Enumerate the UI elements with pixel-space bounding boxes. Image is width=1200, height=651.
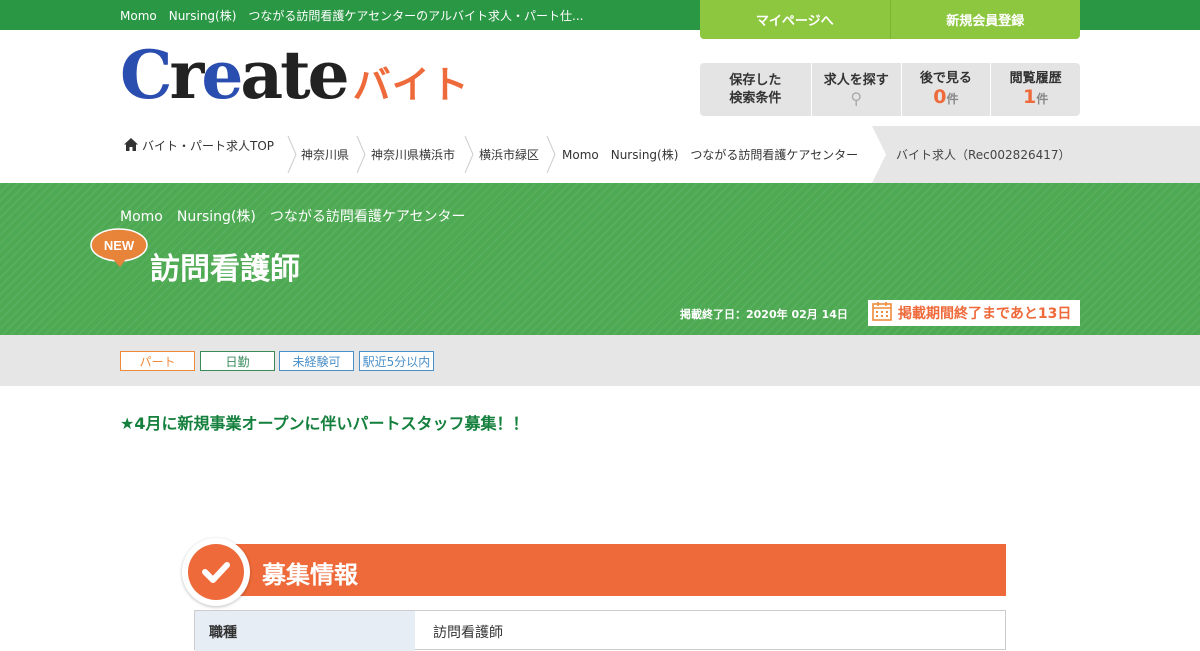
find-jobs-button[interactable]: 求人を探す ⚲ xyxy=(810,63,901,116)
breadcrumb: バイト・パート求人TOP 神奈川県 神奈川県横浜市 横浜市緑区 Momo Nur… xyxy=(0,126,1200,183)
saved-search-button[interactable]: 保存した 検索条件 xyxy=(700,63,811,116)
search-icon: ⚲ xyxy=(850,88,863,108)
posting-end-date: 掲載終了日：2020年 02月 14日 xyxy=(680,308,848,321)
history-count: 1 xyxy=(1023,86,1037,108)
breadcrumb-item[interactable]: 横浜市緑区 xyxy=(479,126,539,183)
home-icon xyxy=(124,138,138,156)
table-row-header: 職種 xyxy=(195,611,415,651)
tag-part-time: パート xyxy=(120,351,195,371)
breadcrumb-current: バイト求人（Rec002826417） xyxy=(896,148,1071,162)
section-title: 募集情報 xyxy=(262,561,358,589)
breadcrumb-item[interactable]: 神奈川県横浜市 xyxy=(371,126,455,183)
new-badge: NEW xyxy=(90,227,150,273)
job-info-table: 職種 訪問看護師 xyxy=(194,610,1006,651)
breadcrumb-item[interactable]: Momo Nursing(株) つながる訪問看護ケアセンター xyxy=(562,126,868,183)
calendar-icon xyxy=(872,301,892,325)
tag-day-shift: 日勤 xyxy=(200,351,275,371)
history-button[interactable]: 閲覧履歴 1件 xyxy=(990,63,1080,116)
svg-text:NEW: NEW xyxy=(104,238,135,253)
breadcrumb-home[interactable]: バイト・パート求人TOP xyxy=(124,126,284,183)
breadcrumb-item[interactable]: 神奈川県 xyxy=(301,126,349,183)
catch-copy: ★4月に新規事業オープンに伴いパートスタッフ募集！！ xyxy=(120,414,529,433)
register-button[interactable]: 新規会員登録 xyxy=(889,0,1081,39)
section-icon-circle xyxy=(182,538,250,606)
user-utility-box: 保存した 検索条件 求人を探す ⚲ 後で見る 0件 閲覧履歴 1件 xyxy=(700,63,1080,116)
top-button-group: マイページへ 新規会員登録 xyxy=(700,0,1080,39)
breadcrumb-separator xyxy=(546,136,556,173)
logo-wordmark: Create xyxy=(120,36,350,114)
watch-later-button[interactable]: 後で見る 0件 xyxy=(900,63,991,116)
breadcrumb-separator xyxy=(287,136,297,173)
mypage-button[interactable]: マイページへ xyxy=(700,0,890,39)
breadcrumb-separator xyxy=(464,136,474,173)
tag-near-station: 駅近5分以内 xyxy=(359,351,434,371)
breadcrumb-separator xyxy=(356,136,366,173)
company-name[interactable]: Momo Nursing(株) つながる訪問看護ケアセンター xyxy=(120,206,466,226)
topbar-page-title: Momo Nursing(株) つながる訪問看護ケアセンターのアルバイト求人・パ… xyxy=(120,9,584,23)
tag-no-experience: 未経験可 xyxy=(279,351,354,371)
check-icon xyxy=(202,562,230,583)
logo-baito: バイト xyxy=(352,63,470,107)
site-logo[interactable]: Create バイト xyxy=(120,36,470,114)
remaining-period-badge: 掲載期間終了まであと13日 xyxy=(868,300,1080,326)
watch-later-count: 0 xyxy=(933,86,947,108)
table-row-value: 訪問看護師 xyxy=(433,625,503,641)
job-title: 訪問看護師 xyxy=(150,252,300,287)
